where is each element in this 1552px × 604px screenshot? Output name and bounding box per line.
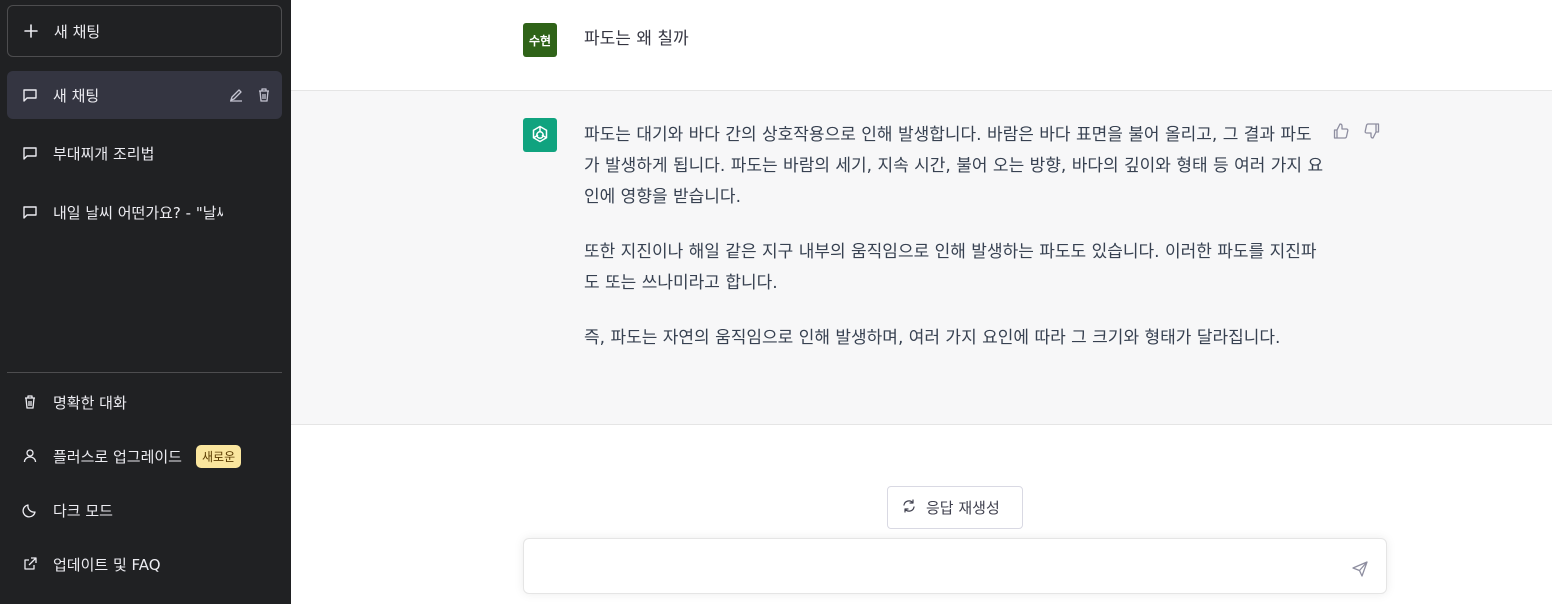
conversation-label: 새 채팅 (53, 86, 100, 105)
new-chat-label: 새 채팅 (54, 22, 101, 41)
thumbs-down-icon[interactable] (1362, 121, 1382, 141)
sidebar-divider (7, 372, 282, 373)
chat-bubble-icon (21, 144, 39, 162)
new-chat-button[interactable]: 새 채팅 (7, 5, 282, 57)
sidebar: 새 채팅 새 채팅 부대찌개 조리법 내일 날씨 어떤가요? - "날씨 명확한… (0, 0, 291, 604)
conversation-item-new-chat[interactable]: 새 채팅 (7, 71, 282, 119)
clear-conversations-label: 명확한 대화 (53, 393, 127, 412)
dark-mode-label: 다크 모드 (53, 501, 113, 520)
conversation-item-weather[interactable]: 내일 날씨 어떤가요? - "날씨 (7, 188, 282, 236)
trash-icon[interactable] (254, 85, 274, 105)
new-badge: 새로운 (195, 444, 242, 468)
upgrade-plus-button[interactable]: 플러스로 업그레이드 새로운 (7, 433, 282, 479)
conversation-label: 부대찌개 조리법 (53, 144, 155, 163)
assistant-paragraph: 즉, 파도는 자연의 움직임으로 인해 발생하며, 여러 가지 요인에 따라 그… (584, 328, 1281, 348)
edit-icon[interactable] (226, 85, 246, 105)
user-avatar: 수현 (523, 23, 557, 57)
message-input[interactable] (538, 553, 1318, 581)
regenerate-label: 응답 재생성 (926, 499, 1000, 517)
feedback-controls (1331, 121, 1382, 141)
dark-mode-button[interactable]: 다크 모드 (7, 487, 282, 533)
conversation-item-budae[interactable]: 부대찌개 조리법 (7, 129, 282, 177)
chat-main: 수현 파도는 왜 칠까 파도는 대기와 바다 간의 상호작용으로 인해 발생합니… (291, 0, 1552, 604)
assistant-paragraph: 파도는 대기와 바다 간의 상호작용으로 인해 발생합니다. 바람은 바다 표면… (584, 125, 1324, 207)
assistant-message-row: 파도는 대기와 바다 간의 상호작용으로 인해 발생합니다. 바람은 바다 표면… (291, 91, 1552, 425)
upgrade-plus-label: 플러스로 업그레이드 (53, 447, 182, 466)
chat-bubble-icon (21, 203, 39, 221)
openai-logo-icon (523, 118, 557, 152)
message-input-box (523, 538, 1387, 594)
clear-conversations-button[interactable]: 명확한 대화 (7, 379, 282, 425)
assistant-message-text: 파도는 대기와 바다 간의 상호작용으로 인해 발생합니다. 바람은 바다 표면… (584, 120, 1324, 378)
conversation-label: 내일 날씨 어떤가요? - "날씨 (53, 203, 223, 222)
assistant-paragraph: 또한 지진이나 해일 같은 지구 내부의 움직임으로 인해 발생하는 파도도 있… (584, 242, 1317, 293)
moon-icon (21, 501, 39, 519)
send-icon[interactable] (1350, 558, 1370, 578)
external-link-icon (21, 555, 39, 573)
thumbs-up-icon[interactable] (1331, 121, 1351, 141)
chat-bubble-icon (21, 86, 39, 104)
user-message-text: 파도는 왜 칠까 (584, 29, 689, 49)
updates-faq-label: 업데이트 및 FAQ (53, 555, 161, 574)
user-icon (21, 447, 39, 465)
updates-faq-link[interactable]: 업데이트 및 FAQ (7, 541, 282, 587)
refresh-icon (902, 498, 916, 517)
user-message-row: 수현 파도는 왜 칠까 (291, 0, 1552, 91)
plus-icon (22, 22, 40, 40)
trash-icon (21, 393, 39, 411)
regenerate-response-button[interactable]: 응답 재생성 (887, 486, 1023, 529)
